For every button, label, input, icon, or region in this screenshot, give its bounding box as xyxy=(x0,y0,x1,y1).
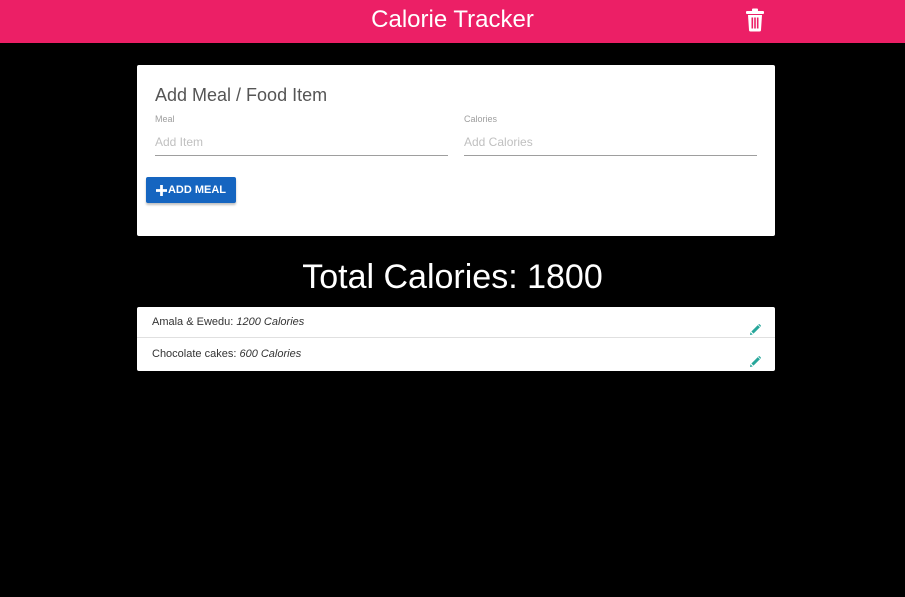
meal-list: Amala & Ewedu: 1200 Calories Chocolate c… xyxy=(137,307,775,371)
edit-item-button[interactable] xyxy=(750,317,761,335)
plus-icon xyxy=(155,184,167,196)
pencil-icon xyxy=(750,356,761,367)
add-meal-card: Add Meal / Food Item Meal Calories ADD M… xyxy=(137,65,775,236)
meal-label: Meal xyxy=(155,114,175,124)
meal-field: Meal xyxy=(155,114,448,158)
calories-field: Calories xyxy=(464,114,757,158)
edit-item-button[interactable] xyxy=(750,348,761,367)
navbar: Calorie Tracker xyxy=(0,0,905,43)
list-item: Chocolate cakes: 600 Calories xyxy=(137,338,775,371)
calories-input[interactable] xyxy=(464,128,757,156)
add-meal-button[interactable]: ADD MEAL xyxy=(146,177,236,203)
calories-label: Calories xyxy=(464,114,498,124)
total-calories-label: Total Calories: xyxy=(302,258,518,296)
total-calories-value: 1800 xyxy=(527,258,603,296)
trash-icon xyxy=(746,8,764,32)
meal-input[interactable] xyxy=(155,128,448,156)
item-calories: 1200 Calories xyxy=(236,316,305,328)
item-name: Amala & Ewedu: xyxy=(152,316,234,328)
clear-all-button[interactable] xyxy=(745,8,765,32)
total-calories: Total Calories: 1800 xyxy=(0,254,905,300)
brand-title[interactable]: Calorie Tracker xyxy=(0,0,905,43)
item-calories: 600 Calories xyxy=(239,348,302,360)
list-item: Amala & Ewedu: 1200 Calories xyxy=(137,307,775,338)
pencil-icon xyxy=(750,324,761,335)
add-meal-label: ADD MEAL xyxy=(167,184,227,196)
item-name: Chocolate cakes: xyxy=(152,348,237,360)
card-title: Add Meal / Food Item xyxy=(155,85,328,105)
